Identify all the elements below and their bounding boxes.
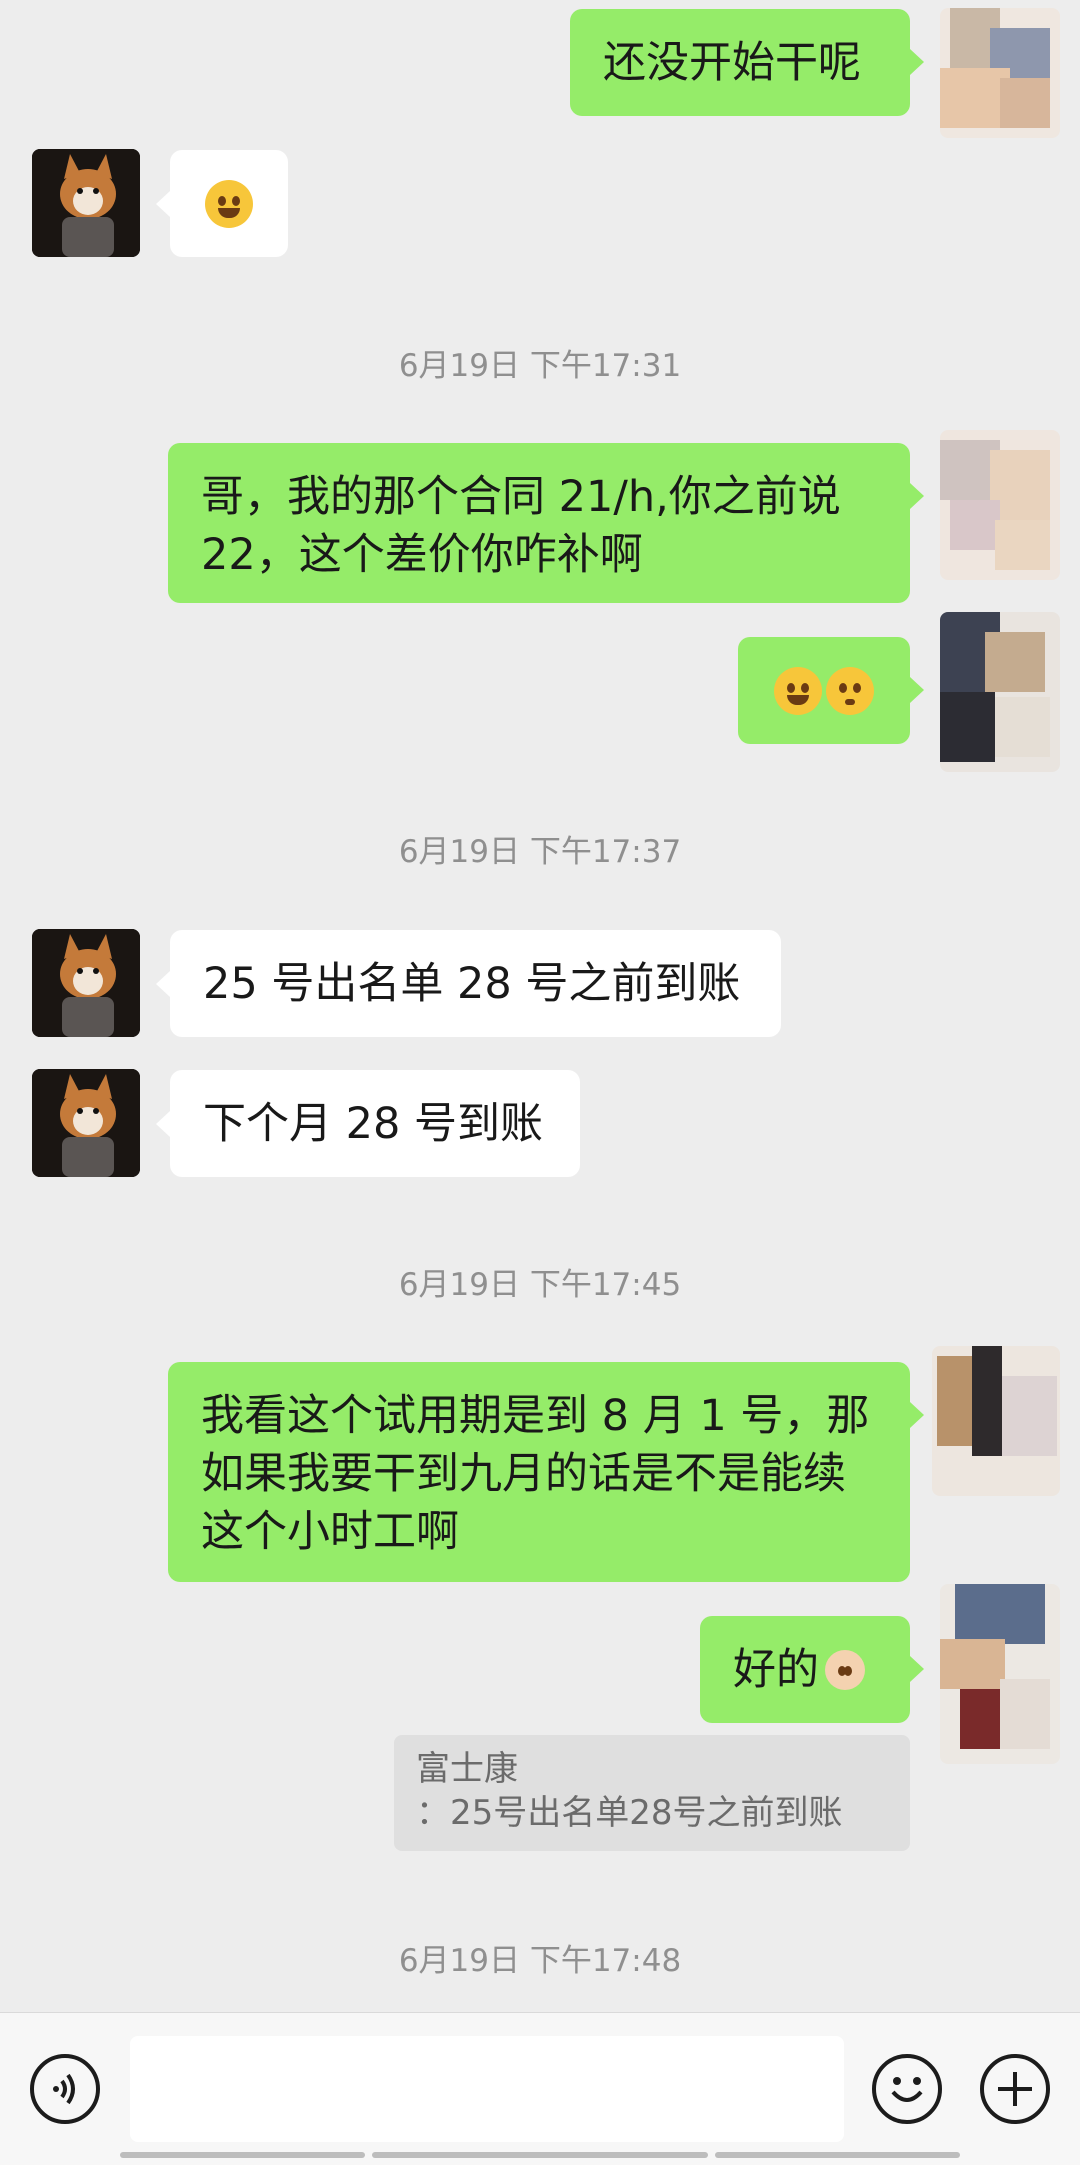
- message-bubble-me[interactable]: 好的: [700, 1616, 910, 1723]
- my-avatar[interactable]: [940, 8, 1060, 138]
- message-text-line: 如果我要干到九月的话是不是能续: [201, 1449, 846, 1499]
- bubble-tail: [910, 1402, 924, 1428]
- quoted-text: ：25号出名单28号之前到账: [416, 1793, 843, 1833]
- blurred-avatar-image: [940, 1584, 1050, 1749]
- tears-of-joy-emoji-icon: [774, 666, 822, 715]
- contact-avatar[interactable]: [32, 1069, 140, 1177]
- my-avatar[interactable]: [940, 1584, 1060, 1764]
- message-input[interactable]: [130, 2036, 844, 2142]
- scroll-indicator: [120, 2152, 365, 2158]
- message-text: 25 号出名单 28 号之前到账: [203, 958, 741, 1009]
- bubble-tail: [156, 971, 170, 997]
- contact-avatar[interactable]: [32, 149, 140, 257]
- emoji-icon[interactable]: [872, 2054, 942, 2124]
- timestamp: 6月19日 下午17:37: [398, 834, 682, 870]
- message-text-line: 我看这个试用期是到 8 月 1 号，那: [201, 1391, 870, 1441]
- dog-avatar-image: [32, 929, 140, 1037]
- quoted-sender: 富士康: [416, 1749, 518, 1789]
- message-bubble-me[interactable]: 我看这个试用期是到 8 月 1 号，那 如果我要干到九月的话是不是能续 这个小时…: [168, 1362, 910, 1582]
- message-text: 下个月 28 号到账: [203, 1098, 544, 1149]
- message-bubble-me[interactable]: 还没开始干呢: [570, 9, 910, 116]
- facepalm-emoji-icon: [205, 179, 253, 228]
- chat-input-bar: [0, 2012, 1080, 2165]
- message-text: 还没开始干呢: [603, 37, 861, 88]
- bubble-tail: [910, 49, 924, 75]
- scroll-indicator: [372, 2152, 708, 2158]
- blurred-avatar-image: [940, 612, 1050, 762]
- my-avatar[interactable]: [940, 430, 1060, 580]
- message-text: 好的: [733, 1644, 819, 1695]
- bubble-tail: [910, 677, 924, 703]
- my-avatar[interactable]: [932, 1346, 1060, 1496]
- flushed-emoji-icon: [826, 666, 874, 715]
- plus-icon[interactable]: [980, 2054, 1050, 2124]
- bubble-tail: [910, 483, 924, 509]
- voice-icon[interactable]: [30, 2054, 100, 2124]
- message-bubble-other[interactable]: 25 号出名单 28 号之前到账: [170, 930, 781, 1037]
- timestamp: 6月19日 下午17:31: [398, 348, 682, 384]
- bubble-tail: [910, 1656, 924, 1682]
- my-avatar[interactable]: [940, 612, 1060, 772]
- blurred-avatar-image: [940, 8, 1050, 128]
- message-bubble-other[interactable]: [170, 150, 288, 257]
- timestamp: 6月19日 下午17:48: [398, 1943, 682, 1979]
- message-bubble-me[interactable]: [738, 637, 910, 744]
- message-bubble-other[interactable]: 下个月 28 号到账: [170, 1070, 580, 1177]
- message-text-line: 这个小时工啊: [201, 1507, 459, 1557]
- contact-avatar[interactable]: [32, 929, 140, 1037]
- quoted-message[interactable]: 富士康 ：25号出名单28号之前到账: [394, 1735, 910, 1851]
- bubble-tail: [156, 191, 170, 217]
- message-text-line: 22，这个差价你咋补啊: [201, 530, 643, 580]
- blurred-avatar-image: [940, 440, 1050, 570]
- ok-hand-emoji-icon: [825, 1649, 865, 1690]
- message-bubble-me[interactable]: 哥，我的那个合同 21/h,你之前说 22，这个差价你咋补啊: [168, 443, 910, 603]
- scroll-indicator: [715, 2152, 960, 2158]
- dog-avatar-image: [32, 1069, 140, 1177]
- blurred-avatar-image: [937, 1346, 1057, 1456]
- timestamp: 6月19日 下午17:45: [398, 1267, 682, 1303]
- bubble-tail: [156, 1111, 170, 1137]
- message-text-line: 哥，我的那个合同 21/h,你之前说: [201, 472, 841, 522]
- dog-avatar-image: [32, 149, 140, 257]
